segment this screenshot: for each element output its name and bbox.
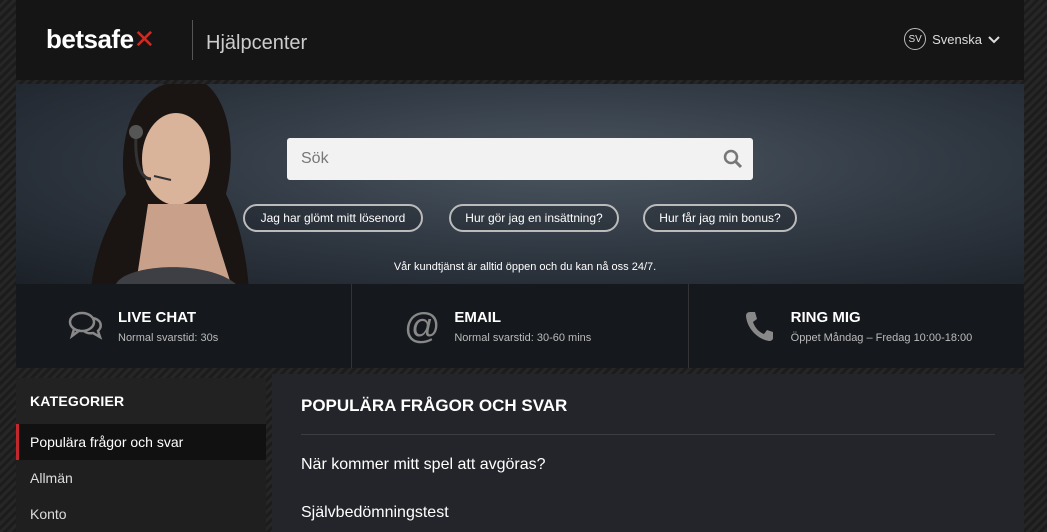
contact-title: EMAIL xyxy=(454,308,501,326)
contact-live-chat[interactable]: LIVE CHAT Normal svarstid: 30s xyxy=(16,284,351,368)
sidebar-item-popular[interactable]: Populära frågor och svar xyxy=(16,424,266,460)
contact-subtitle: Normal svarstid: 30-60 mins xyxy=(454,331,592,344)
contact-bar: LIVE CHAT Normal svarstid: 30s @ EMAIL N… xyxy=(16,284,1024,368)
logo-x-icon: ✕ xyxy=(133,24,156,54)
sidebar-heading: KATEGORIER xyxy=(16,378,266,424)
contact-title: LIVE CHAT xyxy=(118,308,197,326)
betsafe-logo[interactable]: betsafe✕ xyxy=(46,24,155,55)
at-icon: @ xyxy=(404,305,441,346)
search-input[interactable] xyxy=(287,150,713,168)
support-note: Vår kundtjänst är alltid öppen och du ka… xyxy=(393,261,657,273)
support-agent-image xyxy=(91,84,249,284)
faq-link[interactable]: När kommer mitt spel att avgöras? xyxy=(301,456,546,474)
category-sidebar: KATEGORIER Populära frågor och svar Allm… xyxy=(16,378,266,532)
logo-text: betsafe xyxy=(46,24,134,54)
phone-icon xyxy=(739,306,779,346)
quick-link-deposit[interactable]: Hur gör jag en insättning? xyxy=(449,204,619,232)
language-selector[interactable]: SV Svenska xyxy=(904,28,1000,50)
quick-link-forgot-password[interactable]: Jag har glömt mitt lösenord xyxy=(243,204,423,232)
section-title: POPULÄRA FRÅGOR OCH SVAR xyxy=(301,396,568,415)
contact-call-me[interactable]: RING MIG Öppet Måndag – Fredag 10:00-18:… xyxy=(687,284,1024,368)
sidebar-item-account[interactable]: Konto xyxy=(16,496,266,532)
page-title: Hjälpcenter xyxy=(206,32,308,54)
quick-link-bonus[interactable]: Hur får jag min bonus? xyxy=(643,204,797,232)
language-label: Svenska xyxy=(932,31,982,47)
contact-email[interactable]: @ EMAIL Normal svarstid: 30-60 mins xyxy=(351,284,687,368)
sidebar-item-general[interactable]: Allmän xyxy=(16,460,266,496)
header-divider xyxy=(192,20,193,60)
language-code-badge: SV xyxy=(904,28,927,50)
contact-title: RING MIG xyxy=(790,308,861,326)
hero-banner: Jag har glömt mitt lösenord Hur gör jag … xyxy=(16,84,1024,284)
chevron-down-icon xyxy=(988,32,1000,47)
search-icon[interactable] xyxy=(713,149,753,169)
faq-link[interactable]: Självbedömningstest xyxy=(301,504,449,522)
contact-subtitle: Öppet Måndag – Fredag 10:00-18:00 xyxy=(790,331,973,344)
contact-subtitle: Normal svarstid: 30s xyxy=(118,331,219,344)
header: betsafe✕ Hjälpcenter SV Svenska xyxy=(16,0,1024,80)
section-divider xyxy=(301,434,995,435)
search-box xyxy=(287,138,753,180)
main-content: POPULÄRA FRÅGOR OCH SVAR När kommer mitt… xyxy=(272,374,1024,532)
chat-icon xyxy=(66,306,106,346)
